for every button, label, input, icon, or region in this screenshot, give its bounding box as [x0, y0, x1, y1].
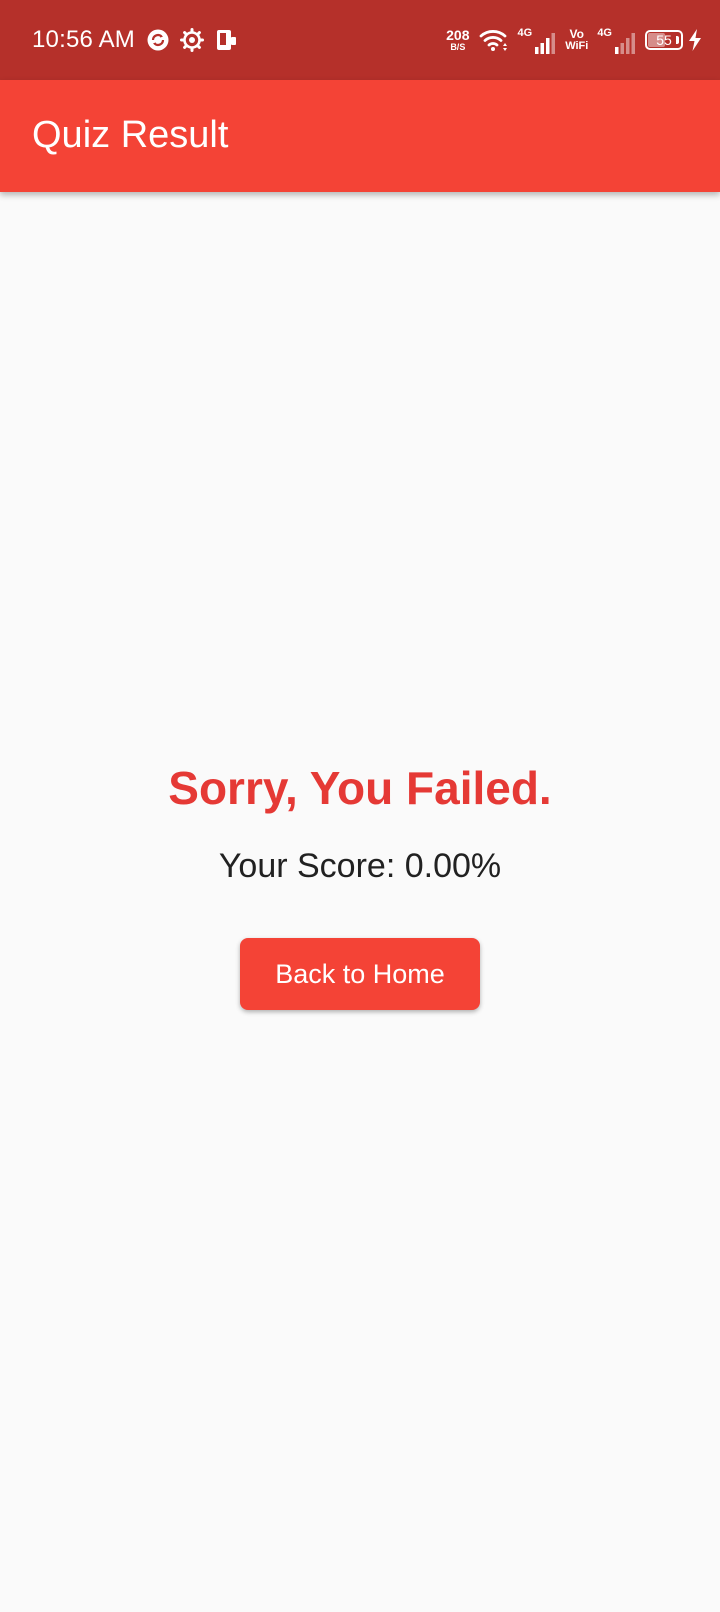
sim2-signal: 4G [597, 25, 636, 55]
lightning-icon [689, 29, 701, 51]
status-time: 10:56 AM [32, 26, 136, 53]
result-content: Sorry, You Failed. Your Score: 0.00% Bac… [0, 192, 720, 1612]
wifi-icon [479, 30, 507, 51]
vowifi-bottom-label: WiFi [565, 40, 589, 52]
sim2-network-label: 4G [597, 27, 612, 39]
network-speed-value: 208 [446, 27, 470, 43]
battery-indicator: 55 [645, 30, 683, 50]
sim1-signal: 4G [518, 25, 557, 55]
sim1-network-label: 4G [517, 27, 533, 39]
cell-signal-icon [615, 33, 635, 54]
app-bar: Quiz Result [0, 80, 720, 192]
status-system-icons: 208 B/S 4G Vo WiFi 4G 55 [446, 22, 702, 58]
battery-level: 55 [656, 32, 672, 48]
status-notification-icons [146, 27, 238, 53]
vowifi-top-label: Vo [569, 27, 584, 41]
page-title: Quiz Result [32, 114, 229, 156]
score-text: Your Score: 0.00% [218, 847, 502, 885]
vowifi-indicator: Vo WiFi [565, 28, 588, 52]
device-icon [217, 30, 236, 50]
status-bar: 10:56 AM 208 B/S 4G Vo WiFi 4G 55 [0, 0, 720, 80]
battery-icon: 55 [645, 30, 683, 50]
gear-icon [180, 28, 204, 52]
network-speed-unit: B/S [450, 42, 466, 52]
result-heading: Sorry, You Failed. [168, 762, 552, 814]
back-to-home-button[interactable]: Back to Home [240, 938, 480, 1010]
cell-signal-icon [535, 33, 556, 54]
sync-app-icon [147, 29, 169, 51]
network-speed: 208 B/S [446, 28, 469, 52]
